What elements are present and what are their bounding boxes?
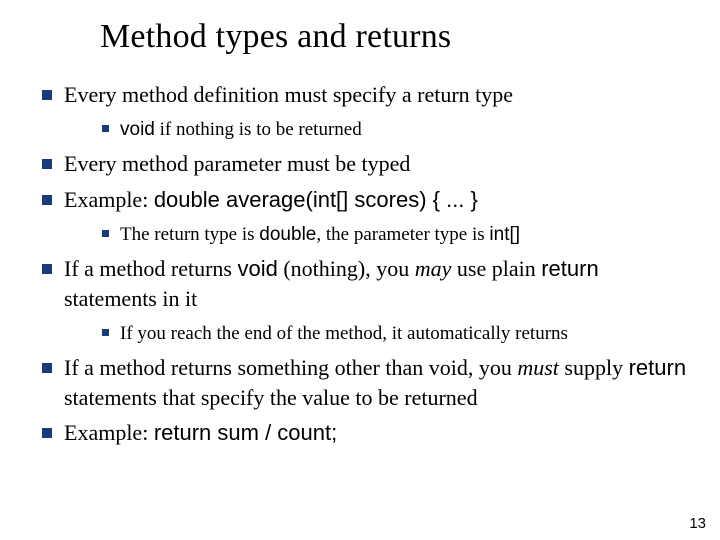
bullet-3-1-mid: , the parameter type is bbox=[316, 224, 489, 245]
code-int-array: int[] bbox=[489, 224, 520, 245]
bullet-3-pre: Example: bbox=[64, 187, 154, 212]
code-return: return bbox=[541, 256, 598, 281]
bullet-3-1-pre: The return type is bbox=[120, 224, 259, 245]
bullet-1-text: Every method definition must specify a r… bbox=[64, 82, 513, 107]
bullet-5-end: statements that specify the value to be … bbox=[64, 385, 478, 410]
page-number: 13 bbox=[689, 515, 706, 532]
code-average-signature: double average(int[] scores) { ... } bbox=[154, 187, 478, 212]
bullet-4-sublist: If you reach the end of the method, it a… bbox=[64, 320, 690, 348]
bullet-1-1: void if nothing is to be returned bbox=[64, 116, 690, 144]
bullet-4-pre: If a method returns bbox=[64, 256, 238, 281]
italic-must: must bbox=[517, 355, 559, 380]
slide-title: Method types and returns bbox=[100, 18, 451, 56]
bullet-6: Example: return sum / count; bbox=[36, 418, 690, 448]
bullet-4-end: statements in it bbox=[64, 286, 197, 311]
bullet-1-sublist: void if nothing is to be returned bbox=[64, 116, 690, 144]
slide: Method types and returns Every method de… bbox=[0, 0, 720, 540]
code-double: double bbox=[259, 224, 316, 245]
code-void: void bbox=[120, 119, 155, 140]
bullet-4: If a method returns void (nothing), you … bbox=[36, 254, 690, 347]
bullet-6-pre: Example: bbox=[64, 420, 154, 445]
bullet-4-mid: (nothing), you bbox=[278, 256, 415, 281]
code-return-2: return bbox=[629, 355, 686, 380]
bullet-4-1-text: If you reach the end of the method, it a… bbox=[120, 323, 568, 344]
bullet-4-mid2: use plain bbox=[451, 256, 541, 281]
slide-body: Every method definition must specify a r… bbox=[36, 80, 690, 454]
bullet-1-1-rest: if nothing is to be returned bbox=[155, 119, 362, 140]
bullet-5-mid: supply bbox=[559, 355, 629, 380]
bullet-4-1: If you reach the end of the method, it a… bbox=[64, 320, 690, 348]
bullet-3: Example: double average(int[] scores) { … bbox=[36, 185, 690, 248]
bullet-2: Every method parameter must be typed bbox=[36, 149, 690, 179]
bullet-3-sublist: The return type is double, the parameter… bbox=[64, 221, 690, 249]
italic-may: may bbox=[415, 256, 452, 281]
bullet-3-1: The return type is double, the parameter… bbox=[64, 221, 690, 249]
bullet-1: Every method definition must specify a r… bbox=[36, 80, 690, 143]
bullet-5-pre: If a method returns something other than… bbox=[64, 355, 517, 380]
bullet-list: Every method definition must specify a r… bbox=[36, 80, 690, 448]
bullet-2-text: Every method parameter must be typed bbox=[64, 151, 410, 176]
bullet-5: If a method returns something other than… bbox=[36, 353, 690, 412]
code-return-sum: return sum / count; bbox=[154, 420, 337, 445]
code-void-2: void bbox=[238, 256, 278, 281]
